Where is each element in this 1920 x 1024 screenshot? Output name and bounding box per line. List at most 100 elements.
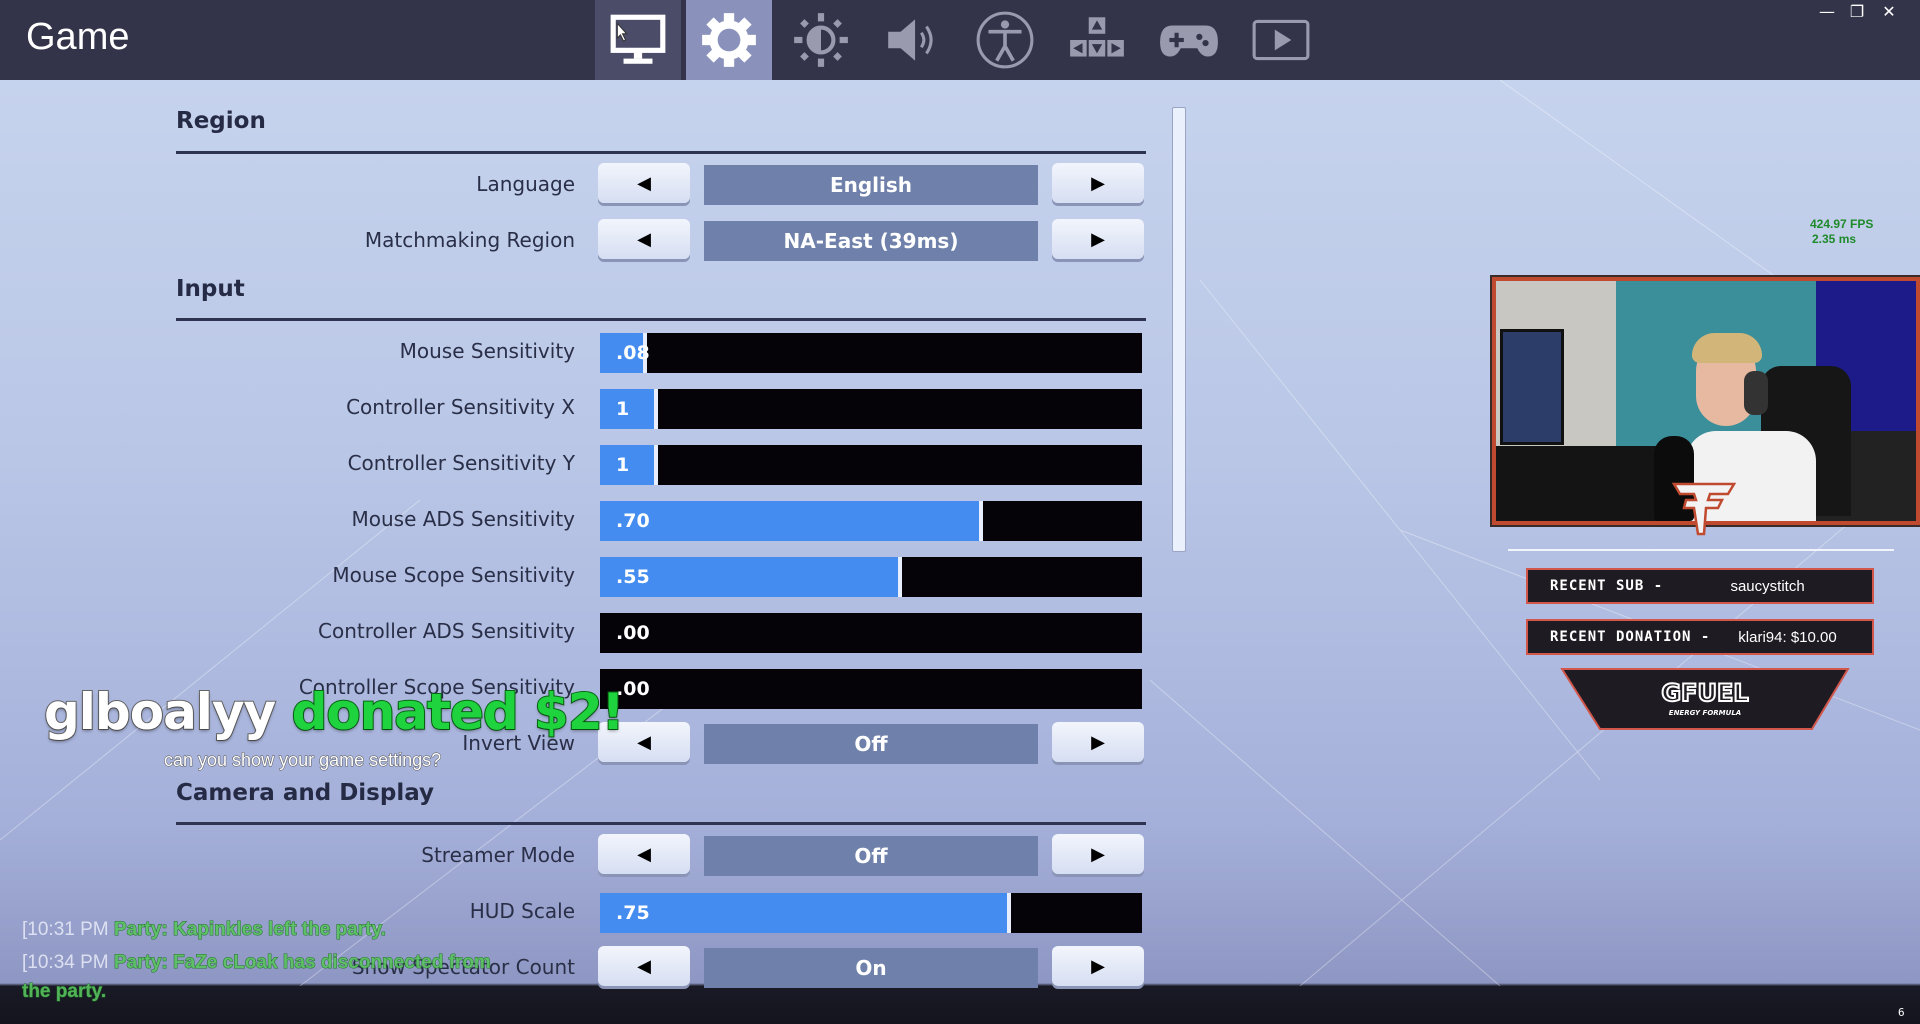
arrow-right-icon: ▶ (1091, 228, 1105, 250)
slider-value: .75 (616, 902, 650, 924)
slider-value: .08 (616, 342, 650, 364)
tab-brightness[interactable] (778, 0, 864, 80)
invert-view-value[interactable]: Off (704, 724, 1038, 764)
frame-time: 2.35 ms (1812, 232, 1857, 246)
chat-line: [10:31 PM Party: Kapinkles left the part… (22, 919, 386, 941)
slider-value: .00 (616, 622, 650, 644)
controller-sensitivity-x-label: Controller Sensitivity X (346, 395, 575, 419)
mouse-sensitivity-label: Mouse Sensitivity (399, 339, 575, 363)
tab-video[interactable] (595, 0, 681, 80)
gfuel-logo: GFUEL (1661, 679, 1748, 707)
speaker-icon (888, 19, 933, 61)
tab-controller[interactable] (1146, 0, 1232, 80)
chat-timestamp: [10:31 PM (22, 919, 109, 940)
restore-button[interactable]: ❐ (1844, 2, 1870, 22)
tab-replay[interactable] (1238, 0, 1324, 80)
close-button[interactable]: ✕ (1876, 2, 1902, 22)
section-divider (176, 318, 1146, 321)
mouse-scope-sensitivity-label: Mouse Scope Sensitivity (332, 563, 575, 587)
section-camera-display: Camera and Display (176, 780, 435, 806)
arrow-left-icon: ◀ (637, 172, 651, 194)
fps-value: 424.97 FPS (1810, 217, 1874, 231)
controller-sensitivity-y-label: Controller Sensitivity Y (347, 451, 575, 475)
accessibility-icon (976, 11, 1034, 69)
top-bar: Game — ❐ ✕ (0, 0, 1920, 80)
tab-audio[interactable] (870, 0, 956, 80)
chat-timestamp: [10:34 PM (22, 952, 109, 973)
show-spectator-count-value[interactable]: On (704, 948, 1038, 988)
arrow-left-icon: ◀ (637, 731, 651, 753)
arrow-right-icon: ▶ (1091, 843, 1105, 865)
hud-scale-label: HUD Scale (469, 899, 575, 923)
brightness-icon (794, 13, 848, 67)
controller-sensitivity-x-slider[interactable]: 1 (600, 389, 1142, 429)
language-label: Language (476, 172, 575, 196)
chat-message: Party: Kapinkles left the party. (113, 919, 386, 941)
arrow-right-icon: ▶ (1091, 731, 1105, 753)
language-value[interactable]: English (704, 165, 1038, 205)
donation-message: can you show your game settings? (163, 750, 442, 771)
controller-sensitivity-y-slider[interactable]: 1 (600, 445, 1142, 485)
controller-ads-sensitivity-label: Controller ADS Sensitivity (318, 619, 575, 643)
section-divider (176, 151, 1146, 154)
monitor-icon (610, 14, 666, 64)
streamer-mode-next-button[interactable]: ▶ (1052, 834, 1144, 874)
gamepad-icon (1160, 25, 1218, 57)
mouse-scope-sensitivity-slider[interactable]: .55 (600, 557, 1142, 597)
section-region: Region (176, 108, 266, 134)
recent-donation-box: RECENT DONATION - klari94: $10.00 (1526, 619, 1874, 655)
tab-input[interactable] (1054, 0, 1140, 80)
slider-fill (600, 501, 984, 541)
controller-scope-sensitivity-slider[interactable]: .00 (600, 669, 1142, 709)
slider-value: 1 (616, 454, 630, 476)
matchmaking-region-next-button[interactable]: ▶ (1052, 219, 1144, 259)
matchmaking-region-prev-button[interactable]: ◀ (598, 219, 690, 259)
mouse-sensitivity-slider[interactable]: .08 (600, 333, 1142, 373)
mouse-ads-sensitivity-slider[interactable]: .70 (600, 501, 1142, 541)
corner-number: 6 (1898, 1006, 1905, 1019)
chat-message: Party: FaZe cLoak has disconnected from (113, 952, 491, 974)
recent-sub-label: RECENT SUB - (1550, 578, 1664, 594)
fps-counter: 424.97 FPS 2.35 ms (1810, 217, 1873, 247)
play-icon (1252, 19, 1310, 61)
chat-line: [10:34 PM Party: FaZe cLoak has disconne… (22, 952, 491, 974)
matchmaking-region-label: Matchmaking Region (364, 228, 575, 252)
streamer-mode-value[interactable]: Off (704, 836, 1038, 876)
hud-scale-slider[interactable]: .75 (600, 893, 1142, 933)
arrow-right-icon: ▶ (1091, 955, 1105, 977)
recent-sub-value: saucystitch (1730, 577, 1805, 595)
gfuel-banner: GFUEL ENERGY FORMULA (1560, 668, 1850, 730)
tab-game[interactable] (686, 0, 772, 80)
streamer-mode-label: Streamer Mode (421, 843, 575, 867)
streamer-mode-prev-button[interactable]: ◀ (598, 834, 690, 874)
overlay-divider (1508, 549, 1894, 551)
slider-value: .70 (616, 510, 650, 532)
matchmaking-region-value[interactable]: NA-East (39ms) (704, 221, 1038, 261)
show-spectator-count-prev-button[interactable]: ◀ (598, 946, 690, 986)
slider-fill (600, 893, 1011, 933)
language-next-button[interactable]: ▶ (1052, 163, 1144, 203)
mouse-ads-sensitivity-label: Mouse ADS Sensitivity (351, 507, 575, 531)
tab-accessibility[interactable] (962, 0, 1048, 80)
controller-ads-sensitivity-slider[interactable]: .00 (600, 613, 1142, 653)
language-prev-button[interactable]: ◀ (598, 163, 690, 203)
faze-logo-icon (1672, 482, 1736, 536)
recent-donation-value: klari94: $10.00 (1738, 628, 1837, 646)
gear-icon (702, 13, 756, 67)
chat-line: the party. (21, 981, 107, 1003)
show-spectator-count-next-button[interactable]: ▶ (1052, 946, 1144, 986)
arrow-left-icon: ◀ (637, 228, 651, 250)
slider-value: .55 (616, 566, 650, 588)
recent-donation-label: RECENT DONATION - (1550, 629, 1711, 645)
page-title: Game (26, 16, 130, 58)
donor-name: glboalyy (43, 682, 277, 742)
slider-value: 1 (616, 398, 630, 420)
recent-sub-box: RECENT SUB - saucystitch (1526, 568, 1874, 604)
minimize-button[interactable]: — (1814, 2, 1840, 22)
arrow-left-icon: ◀ (637, 843, 651, 865)
invert-view-next-button[interactable]: ▶ (1052, 722, 1144, 762)
section-input: Input (176, 276, 245, 302)
gfuel-tagline: ENERGY FORMULA (1669, 709, 1741, 717)
chat-message: the party. (21, 981, 107, 1003)
settings-scrollbar[interactable] (1172, 107, 1186, 552)
